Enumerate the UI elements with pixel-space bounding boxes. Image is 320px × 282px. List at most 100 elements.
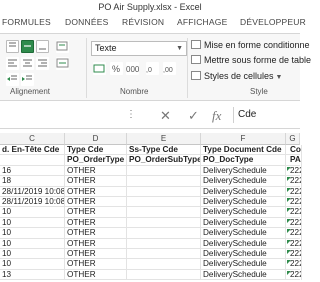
cell[interactable]: OTHER [65, 259, 127, 270]
cell[interactable] [127, 228, 201, 239]
cell[interactable]: DeliverySchedule [201, 269, 286, 281]
indent-decrease-icon[interactable] [6, 73, 19, 86]
cell[interactable]: 10 [0, 259, 65, 270]
cell[interactable]: 10 [0, 217, 65, 229]
cancel-icon[interactable]: ✕ [160, 108, 171, 124]
cell[interactable]: OTHER [65, 197, 127, 208]
formula-input[interactable]: Cde [233, 107, 300, 123]
cell[interactable]: OTHER [65, 207, 127, 218]
cell[interactable]: DeliverySchedule [201, 197, 286, 208]
cell[interactable]: OTHER [65, 238, 127, 249]
cell[interactable]: DeliverySchedule [201, 217, 286, 229]
cell[interactable]: OTHER [65, 228, 127, 239]
column-header-c[interactable]: C [0, 133, 65, 145]
tab-affichage[interactable]: AFFICHAGE [177, 17, 227, 27]
cell[interactable]: DeliverySchedule [201, 249, 286, 260]
cell[interactable]: PO_OrderSubType [127, 155, 201, 166]
cell[interactable]: 222 [286, 197, 302, 208]
cell[interactable]: DeliverySchedule [201, 176, 286, 187]
cell[interactable]: PAR [286, 155, 302, 166]
cell[interactable]: 222 [286, 249, 302, 260]
format-as-table-button[interactable]: Mettre sous forme de table [191, 55, 311, 65]
cell[interactable]: DeliverySchedule [201, 186, 286, 197]
merge-cells-icon[interactable] [56, 57, 69, 70]
decrease-decimal-icon[interactable]: ,00 [163, 62, 176, 75]
cell[interactable] [127, 249, 201, 260]
cell[interactable]: DeliverySchedule [201, 259, 286, 270]
column-header-f[interactable]: F [201, 133, 286, 145]
cell[interactable]: Type Cde [65, 145, 127, 156]
function-icon[interactable]: fx [212, 108, 221, 124]
align-left-icon[interactable] [6, 57, 19, 70]
cell[interactable]: 13 [0, 269, 65, 281]
cell[interactable]: 222 [286, 165, 302, 177]
cell[interactable]: Code [286, 145, 302, 156]
tab-developpeur[interactable]: DÉVELOPPEUR [240, 17, 306, 27]
cell[interactable] [127, 176, 201, 187]
cell[interactable]: OTHER [65, 249, 127, 260]
cell[interactable]: Type Document Cde [201, 145, 286, 156]
column-header-g[interactable]: G [286, 133, 300, 145]
table-row: 18 OTHER DeliverySchedule 222 [0, 176, 302, 187]
align-right-icon[interactable] [36, 57, 49, 70]
enter-icon[interactable]: ✓ [188, 108, 199, 124]
column-header-d[interactable]: D [65, 133, 127, 145]
cell[interactable]: 222 [286, 207, 302, 218]
tab-revision[interactable]: RÉVISION [122, 17, 164, 27]
cell[interactable]: DeliverySchedule [201, 238, 286, 249]
cell[interactable]: OTHER [65, 165, 127, 177]
increase-decimal-icon[interactable]: ,0 [146, 62, 159, 75]
column-header-e[interactable]: E [127, 133, 201, 145]
cell[interactable]: 10 [0, 238, 65, 249]
align-middle-icon[interactable] [21, 40, 34, 53]
more-options-icon[interactable]: ⋮ [126, 109, 136, 120]
cell[interactable] [127, 217, 201, 229]
cell[interactable] [127, 197, 201, 208]
cell[interactable] [127, 259, 201, 270]
cell[interactable]: 10 [0, 207, 65, 218]
cell[interactable]: PO_DocType [201, 155, 286, 166]
cell[interactable]: OTHER [65, 186, 127, 197]
cell[interactable]: 222 [286, 186, 302, 197]
cell[interactable]: 222 [286, 259, 302, 270]
tab-donnees[interactable]: DONNÉES [65, 17, 108, 27]
tab-formules[interactable]: FORMULES [2, 17, 51, 27]
align-bottom-icon[interactable] [36, 40, 49, 53]
cell[interactable]: d. En-Tête Cde [0, 145, 65, 156]
align-center-icon[interactable] [21, 57, 34, 70]
percent-format-icon[interactable]: % [110, 62, 123, 75]
cell[interactable]: OTHER [65, 269, 127, 281]
align-top-icon[interactable] [6, 40, 19, 53]
cell[interactable]: 28/11/2019 10:08 [0, 197, 65, 208]
cell[interactable] [127, 207, 201, 218]
currency-format-icon[interactable] [93, 62, 106, 75]
cell-styles-button[interactable]: Styles de cellules ▼ [191, 71, 282, 81]
cell[interactable]: 222 [286, 228, 302, 239]
thousands-separator-icon[interactable]: 000 [126, 62, 140, 75]
cell[interactable]: 16 [0, 165, 65, 177]
cell[interactable]: DeliverySchedule [201, 207, 286, 218]
cell[interactable]: OTHER [65, 176, 127, 187]
cell[interactable]: PO_OrderType [65, 155, 127, 166]
cell[interactable]: 10 [0, 228, 65, 239]
cell[interactable] [127, 269, 201, 281]
cell[interactable] [0, 155, 65, 166]
number-format-select[interactable]: Texte ▼ [91, 41, 187, 56]
cell[interactable] [127, 186, 201, 197]
cell[interactable]: 10 [0, 249, 65, 260]
cell[interactable]: DeliverySchedule [201, 228, 286, 239]
indent-increase-icon[interactable] [21, 73, 34, 86]
cell[interactable]: 222 [286, 217, 302, 229]
cell[interactable] [127, 165, 201, 177]
wrap-text-icon[interactable] [56, 40, 69, 53]
cell[interactable]: 28/11/2019 10:08 [0, 186, 65, 197]
cell[interactable]: 222 [286, 238, 302, 249]
conditional-formatting-button[interactable]: Mise en forme conditionne [191, 40, 310, 50]
cell[interactable]: Ss-Type Cde [127, 145, 201, 156]
cell[interactable]: 222 [286, 176, 302, 187]
cell[interactable]: DeliverySchedule [201, 165, 286, 177]
cell[interactable]: 18 [0, 176, 65, 187]
cell[interactable]: 222 [286, 269, 302, 281]
cell[interactable]: OTHER [65, 217, 127, 229]
cell[interactable] [127, 238, 201, 249]
